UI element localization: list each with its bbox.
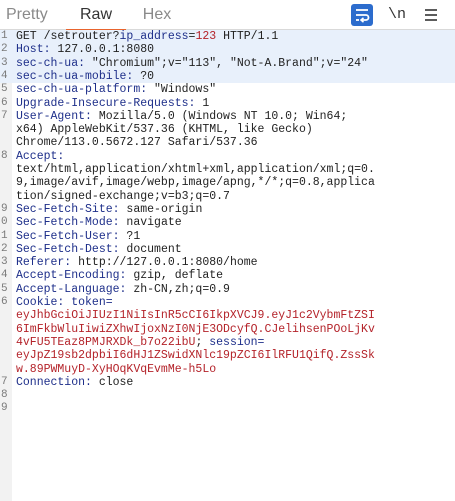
header-value: zh-CN,zh;q=0.9: [126, 282, 230, 296]
header-value: ?0: [133, 69, 155, 83]
line-number: 5: [1, 282, 8, 295]
line-number: 8: [1, 389, 8, 402]
header-value-continued: tion/signed-exchange;v=b3;q=0.7: [16, 189, 230, 203]
header-name: Referer:: [16, 256, 72, 270]
cookie-separator: ;: [195, 335, 210, 349]
header-name: sec-ch-ua:: [16, 56, 86, 70]
cookie-token-value: eyJhbGciOiJIUzI1NiIsInR5cCI6IkpXVCJ9.eyJ…: [16, 309, 375, 323]
header-name: Cookie:: [16, 296, 65, 309]
http-request-viewer: Pretty Raw Hex \n 1 GET /setrouter?ip_ad…: [0, 0, 455, 501]
request-method-path: GET /setrouter?: [16, 30, 120, 43]
line-number: 0: [1, 216, 8, 229]
header-value: close: [91, 375, 134, 389]
header-value-continued: Chrome/113.0.5672.127 Safari/537.36: [16, 136, 258, 150]
hamburger-menu-icon: [425, 9, 437, 21]
header-value: ?1: [119, 229, 141, 243]
header-value: "Chromium";v="113", "Not-A.Brand";v="24": [85, 56, 368, 70]
message-view-tabbar: Pretty Raw Hex \n: [0, 0, 455, 31]
line-number: 2: [1, 242, 8, 255]
header-value-continued: 9,image/avif,image/webp,image/apng,*/*;q…: [16, 176, 375, 190]
header-value: http://127.0.0.1:8080/home: [71, 256, 258, 270]
header-name: Sec-Fetch-Site:: [16, 202, 120, 216]
line-number: 3: [1, 56, 8, 69]
header-name: Sec-Fetch-Mode:: [16, 216, 120, 230]
query-param-value: 123: [195, 30, 217, 43]
header-name: Sec-Fetch-Dest:: [16, 242, 120, 256]
header-name: Accept:: [16, 149, 65, 163]
line-number: 8: [1, 149, 8, 162]
line-number: 2: [1, 43, 8, 56]
query-param-name: ip_address: [119, 30, 189, 43]
tab-raw-label: Raw: [79, 6, 112, 23]
show-newlines-button[interactable]: \n: [386, 4, 408, 26]
line-number: 9: [1, 402, 8, 415]
line-number: 4: [1, 269, 8, 282]
line-number: 9: [1, 202, 8, 215]
line-number: 1: [1, 229, 8, 242]
cookie-session-name: session=: [209, 335, 265, 349]
cookie-session-value: w.89PWMuyD-XyHOqKVqEvmMe-h5Lo: [16, 362, 217, 376]
wrap-lines-button[interactable]: [351, 4, 373, 26]
wrap-lines-icon: [356, 9, 370, 23]
header-name: sec-ch-ua-mobile:: [16, 69, 134, 83]
line-number: 7: [1, 109, 8, 122]
header-value: same-origin: [119, 202, 203, 216]
header-value: "Windows": [147, 83, 217, 97]
cookie-token-name: token=: [64, 296, 113, 309]
line-number: 3: [1, 256, 8, 269]
tab-hex[interactable]: Hex: [140, 0, 174, 30]
header-name: Sec-Fetch-User:: [16, 229, 120, 243]
tab-pretty[interactable]: Pretty: [6, 0, 54, 30]
header-value: 1: [195, 96, 210, 110]
raw-request-editor[interactable]: 1 GET /setrouter?ip_address=123 HTTP/1.1…: [0, 30, 455, 501]
header-value: document: [119, 242, 182, 256]
line-number: 4: [1, 69, 8, 82]
header-value: Mozilla/5.0 (Windows NT 10.0; Win64;: [91, 109, 348, 123]
empty-line[interactable]: 9: [0, 402, 455, 442]
header-value: 127.0.0.1:8080: [50, 43, 155, 57]
header-name: Upgrade-Insecure-Requests:: [16, 96, 196, 110]
line-number: 1: [1, 30, 8, 42]
header-name: Connection:: [16, 375, 92, 389]
header-name: Host:: [16, 43, 51, 57]
header-value: gzip, deflate: [126, 269, 224, 283]
header-value: navigate: [119, 216, 182, 230]
header-value-continued: text/html,application/xhtml+xml,applicat…: [16, 163, 375, 176]
request-protocol: HTTP/1.1: [216, 30, 279, 43]
line-number: 7: [1, 375, 8, 388]
header-name: User-Agent:: [16, 109, 92, 123]
tab-raw[interactable]: Raw: [66, 0, 126, 31]
line-number: 6: [1, 296, 8, 308]
options-menu-button[interactable]: [420, 4, 442, 26]
header-name: Accept-Language:: [16, 282, 127, 296]
header-name: sec-ch-ua-platform:: [16, 83, 148, 97]
cookie-session-value: eyJpZ19sb2dpbiI6dHJ1ZSwidXNlc19pZCI6IlRF…: [16, 349, 375, 363]
header-value-continued: x64) AppleWebKit/537.36 (KHTML, like Gec…: [16, 123, 313, 137]
line-number: 5: [1, 83, 8, 96]
line-number: 6: [1, 96, 8, 109]
cookie-token-value: 4vFU5TEaz8PMJRXDk_b7o22ibU: [16, 335, 196, 349]
cookie-token-value: 6ImFkbWluIiwiZXhwIjoxNzI0NjE3ODcyfQ.CJel…: [16, 322, 375, 336]
header-name: Accept-Encoding:: [16, 269, 127, 283]
